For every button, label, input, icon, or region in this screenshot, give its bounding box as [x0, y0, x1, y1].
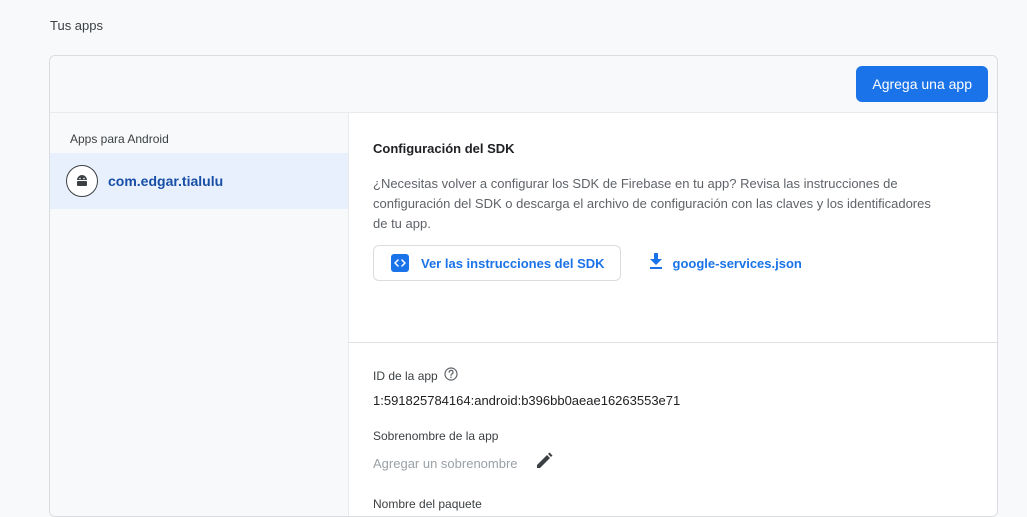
app-details-panel: Configuración del SDK ¿Necesitas volver … — [349, 113, 997, 516]
app-id-label-row: ID de la app — [373, 367, 973, 384]
sdk-section: Configuración del SDK ¿Necesitas volver … — [349, 113, 997, 343]
help-icon[interactable] — [444, 367, 458, 384]
android-icon — [66, 165, 98, 197]
download-config-link[interactable]: google-services.json — [649, 252, 802, 274]
nickname-placeholder[interactable]: Agregar un sobrenombre — [373, 456, 518, 471]
card-body: Apps para Android com.edgar.tialulu Conf… — [50, 113, 997, 516]
nickname-field: Sobrenombre de la app Agregar un sobreno… — [373, 429, 973, 476]
app-details: ID de la app 1:591825784164:android:b396… — [349, 343, 997, 511]
sidebar-item-app[interactable]: com.edgar.tialulu — [50, 153, 348, 209]
sdk-description: ¿Necesitas volver a configurar los SDK d… — [373, 176, 931, 231]
package-label: Nombre del paquete — [373, 497, 482, 511]
app-id-label: ID de la app — [373, 368, 438, 383]
download-config-label: google-services.json — [672, 255, 802, 271]
apps-sidebar: Apps para Android com.edgar.tialulu — [50, 113, 349, 516]
nickname-row: Agregar un sobrenombre — [373, 451, 973, 476]
code-icon — [391, 254, 409, 272]
edit-icon[interactable] — [534, 451, 554, 476]
app-package-name: com.edgar.tialulu — [108, 173, 224, 189]
sdk-instructions-label: Ver las instrucciones del SDK — [421, 255, 605, 271]
card-header: Agrega una app — [50, 56, 997, 113]
nickname-label: Sobrenombre de la app — [373, 429, 499, 443]
sdk-actions: Ver las instrucciones del SDK google-ser… — [373, 245, 973, 281]
sdk-instructions-button[interactable]: Ver las instrucciones del SDK — [373, 245, 621, 281]
sidebar-heading: Apps para Android — [70, 132, 169, 146]
app-id-value: 1:591825784164:android:b396bb0aeae162635… — [373, 393, 681, 408]
add-app-button[interactable]: Agrega una app — [856, 66, 988, 102]
section-title: Tus apps — [50, 18, 103, 33]
app-id-field: ID de la app 1:591825784164:android:b396… — [373, 367, 973, 408]
package-field: Nombre del paquete — [373, 497, 973, 511]
apps-card: Agrega una app Apps para Android com.edg… — [49, 55, 998, 517]
download-icon — [649, 252, 663, 274]
sdk-title: Configuración del SDK — [373, 141, 515, 156]
